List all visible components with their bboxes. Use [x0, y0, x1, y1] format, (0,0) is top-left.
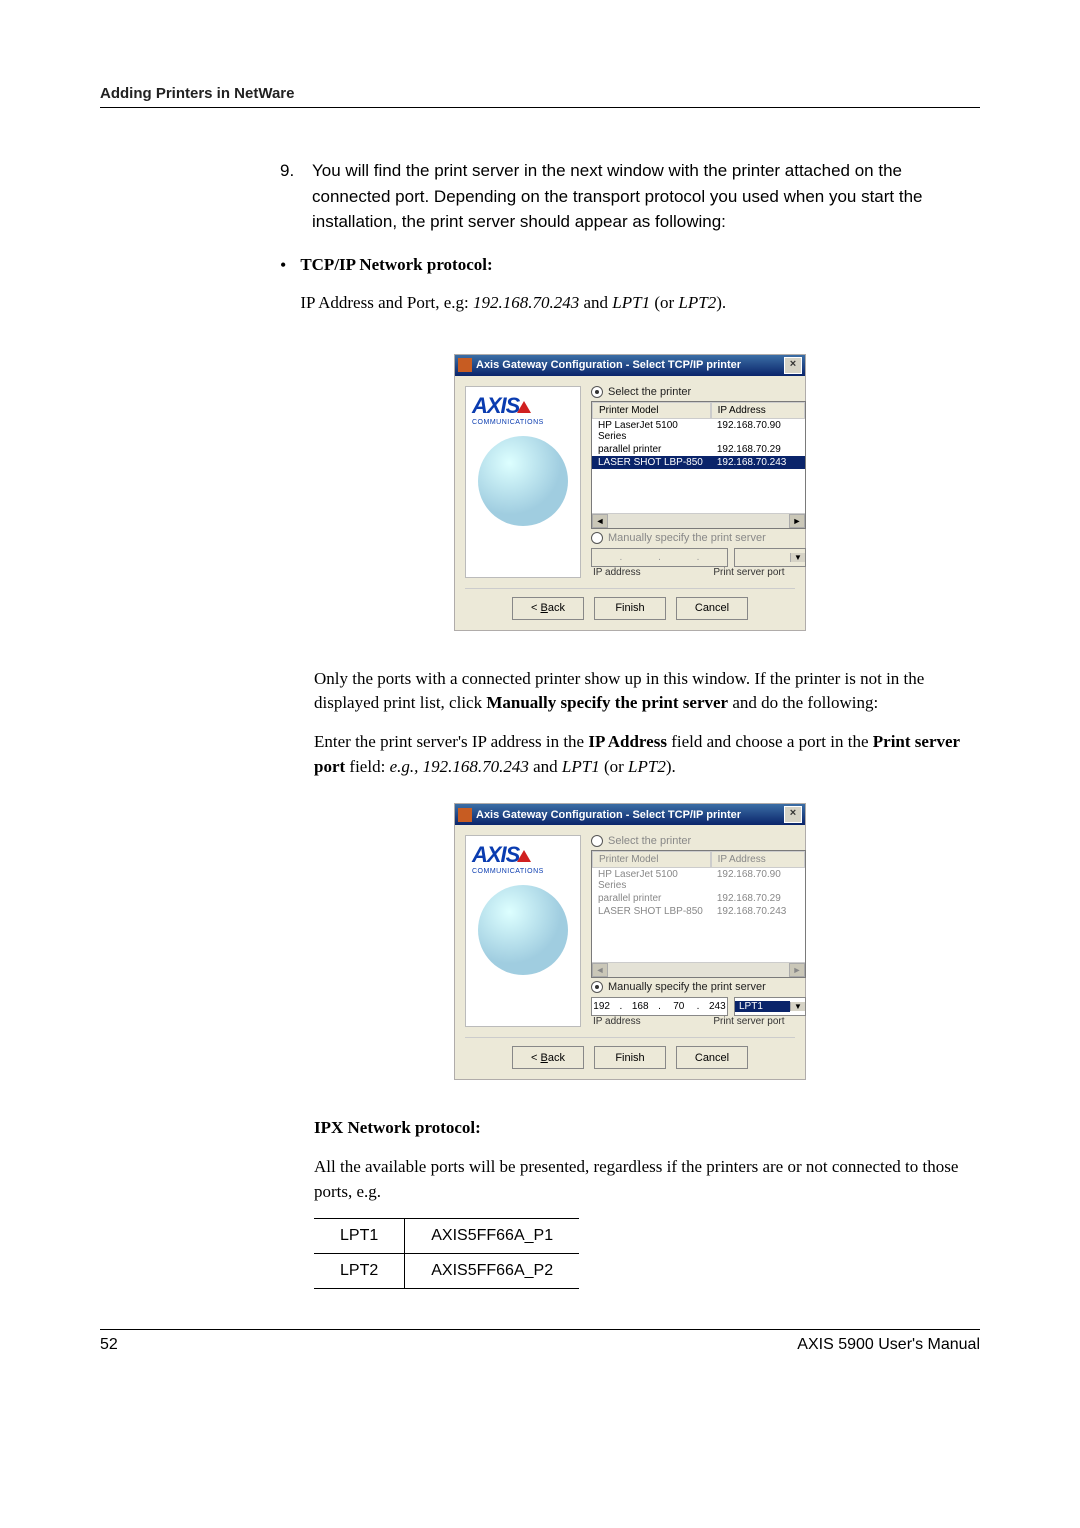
- app-icon: [458, 358, 472, 372]
- radio-manual[interactable]: Manually specify the print server: [591, 981, 806, 993]
- port-select: ▼: [734, 548, 806, 567]
- app-icon: [458, 808, 472, 822]
- ip-address-input[interactable]: 192.168.70.243: [591, 997, 728, 1016]
- tcp-dialog-manual: Axis Gateway Configuration - Select TCP/…: [454, 803, 806, 1080]
- scrollbar[interactable]: ◄►: [592, 962, 805, 977]
- close-icon[interactable]: ×: [784, 357, 802, 374]
- globe-graphic: [478, 436, 568, 526]
- tcp-dialog-select: Axis Gateway Configuration - Select TCP/…: [454, 354, 806, 631]
- port-select[interactable]: LPT1▼: [734, 997, 806, 1016]
- only-ports-paragraph: Only the ports with a connected printer …: [314, 667, 980, 716]
- step-9: 9. You will find the print server in the…: [280, 158, 980, 235]
- ip-address-input: ...: [591, 548, 728, 567]
- scrollbar[interactable]: ◄►: [592, 513, 805, 528]
- printer-list: Printer ModelIP Address HP LaserJet 5100…: [591, 850, 806, 978]
- enter-ip-paragraph: Enter the print server's IP address in t…: [314, 730, 980, 779]
- manual-title: AXIS 5900 User's Manual: [797, 1336, 980, 1354]
- page-number: 52: [100, 1336, 118, 1354]
- radio-select-printer[interactable]: Select the printer: [591, 386, 806, 398]
- back-button[interactable]: < Back: [512, 1046, 584, 1069]
- ipx-title: IPX Network protocol:: [314, 1116, 980, 1141]
- ipx-text: All the available ports will be presente…: [314, 1155, 980, 1204]
- tcp-ip-section: • TCP/IP Network protocol: IP Address an…: [280, 253, 980, 330]
- globe-graphic: [478, 885, 568, 975]
- cancel-button[interactable]: Cancel: [676, 597, 748, 620]
- section-header: Adding Printers in NetWare: [100, 85, 294, 102]
- radio-manual[interactable]: Manually specify the print server: [591, 532, 806, 544]
- cancel-button[interactable]: Cancel: [676, 1046, 748, 1069]
- finish-button[interactable]: Finish: [594, 597, 666, 620]
- back-button[interactable]: < Back: [512, 597, 584, 620]
- axis-logo: AXIS: [472, 393, 574, 419]
- close-icon[interactable]: ×: [784, 806, 802, 823]
- axis-logo: AXIS: [472, 842, 574, 868]
- radio-select-printer[interactable]: Select the printer: [591, 835, 806, 847]
- finish-button[interactable]: Finish: [594, 1046, 666, 1069]
- port-mapping-table: LPT1AXIS5FF66A_P1 LPT2AXIS5FF66A_P2: [314, 1218, 579, 1289]
- printer-list[interactable]: Printer ModelIP Address HP LaserJet 5100…: [591, 401, 806, 529]
